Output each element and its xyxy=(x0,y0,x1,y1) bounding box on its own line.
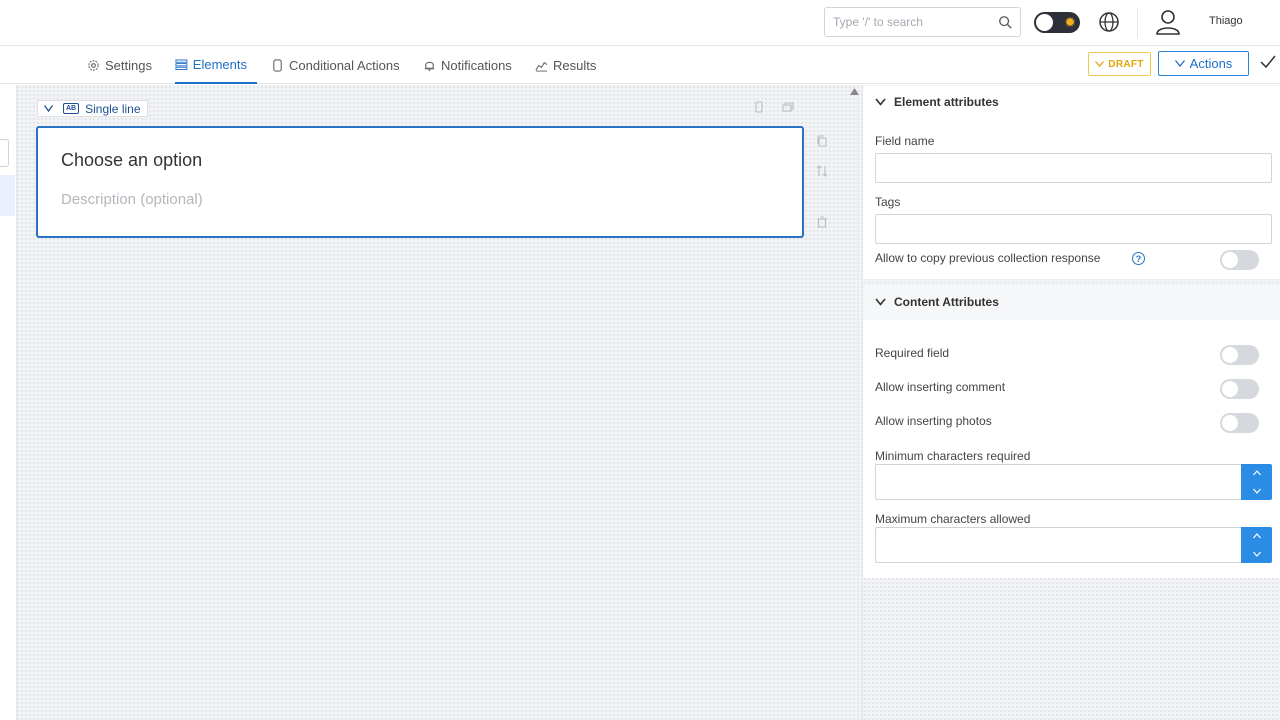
required-field-label: Required field xyxy=(875,346,950,360)
list-icon xyxy=(175,58,188,70)
check-icon[interactable] xyxy=(1260,55,1276,69)
field-name-input[interactable] xyxy=(875,153,1272,183)
reorder-icon[interactable] xyxy=(816,165,828,177)
tab-label: Elements xyxy=(192,56,247,72)
left-sidebar-strip xyxy=(0,85,17,720)
element-type-text: Single line xyxy=(85,101,141,116)
chart-icon xyxy=(535,61,548,72)
toggle-knob xyxy=(1222,252,1238,268)
username[interactable]: Thiago xyxy=(1209,15,1243,27)
phone-icon xyxy=(273,58,282,72)
phone-icon[interactable] xyxy=(753,101,765,113)
trash-icon[interactable] xyxy=(816,216,828,228)
tab-label: Settings xyxy=(105,57,152,73)
chevron-down-icon xyxy=(875,98,886,106)
question-title[interactable]: Choose an option xyxy=(61,150,779,171)
tab-label: Conditional Actions xyxy=(289,57,400,73)
tab-label: Notifications xyxy=(441,57,512,73)
left-sidebar-input[interactable] xyxy=(0,139,9,167)
question-description[interactable]: Description (optional) xyxy=(61,191,779,208)
tags-input[interactable] xyxy=(875,214,1272,244)
element-attributes-header[interactable]: Element attributes xyxy=(875,95,999,109)
allow-photos-label: Allow inserting photos xyxy=(875,414,992,428)
draft-button[interactable]: DRAFT xyxy=(1088,52,1151,76)
scroll-up-icon[interactable] xyxy=(850,88,859,95)
chevron-down-icon xyxy=(1174,60,1185,67)
tab-conditional-actions[interactable]: Conditional Actions xyxy=(271,46,400,84)
chevron-up-icon[interactable] xyxy=(1252,470,1261,476)
actions-label: Actions xyxy=(1189,56,1233,71)
content-attributes-header[interactable]: Content Attributes xyxy=(875,295,999,309)
draft-label: DRAFT xyxy=(1108,58,1144,70)
help-icon[interactable]: ? xyxy=(1132,252,1145,265)
search-input[interactable] xyxy=(833,15,998,29)
header-divider xyxy=(1137,8,1138,38)
tab-settings[interactable]: Settings xyxy=(87,46,152,84)
search-box[interactable] xyxy=(824,7,1021,37)
theme-toggle-knob xyxy=(1036,14,1053,31)
actions-button[interactable]: Actions xyxy=(1158,51,1249,76)
required-field-toggle[interactable] xyxy=(1220,345,1259,365)
min-chars-label: Minimum characters required xyxy=(875,449,1031,463)
top-header: ✹ Thiago xyxy=(0,0,1280,46)
chevron-down-icon[interactable] xyxy=(44,105,53,112)
tab-elements[interactable]: Elements xyxy=(175,46,257,84)
max-chars-stepper[interactable] xyxy=(1241,527,1272,563)
allow-photos-toggle[interactable] xyxy=(1220,413,1259,433)
section-title: Element attributes xyxy=(894,95,999,109)
tab-label: Results xyxy=(553,57,597,73)
globe-icon[interactable] xyxy=(1098,11,1120,33)
allow-comment-label: Allow inserting comment xyxy=(875,380,1006,394)
left-sidebar-selected-item[interactable] xyxy=(0,175,15,216)
tab-notifications[interactable]: Notifications xyxy=(423,46,512,84)
max-chars-input[interactable] xyxy=(875,527,1272,563)
max-chars-label: Maximum characters allowed xyxy=(875,512,1031,526)
min-chars-stepper[interactable] xyxy=(1241,464,1272,500)
question-card[interactable]: Choose an option Description (optional) xyxy=(36,126,804,238)
toggle-knob xyxy=(1222,415,1238,431)
copy-previous-label: Allow to copy previous collection respon… xyxy=(875,251,1101,265)
copy-icon[interactable] xyxy=(816,135,828,147)
element-type-label[interactable]: AB Single line xyxy=(37,100,148,117)
chevron-down-icon[interactable] xyxy=(1252,551,1261,557)
user-icon[interactable] xyxy=(1155,9,1181,35)
chevron-down-icon[interactable] xyxy=(1252,488,1261,494)
theme-toggle[interactable]: ✹ xyxy=(1034,12,1080,33)
sun-icon: ✹ xyxy=(1064,14,1076,30)
allow-comment-toggle[interactable] xyxy=(1220,379,1259,399)
gear-icon xyxy=(88,59,99,71)
tab-results[interactable]: Results xyxy=(535,46,596,84)
toggle-knob xyxy=(1222,347,1238,363)
toggle-knob xyxy=(1222,381,1238,397)
collapse-icon[interactable] xyxy=(782,101,794,113)
search-icon[interactable] xyxy=(998,15,1012,29)
min-chars-input[interactable] xyxy=(875,464,1272,500)
field-name-label: Field name xyxy=(875,134,935,148)
text-field-icon: AB xyxy=(63,103,80,114)
chevron-up-icon[interactable] xyxy=(1252,533,1261,539)
chevron-down-icon xyxy=(1095,61,1105,67)
chevron-down-icon xyxy=(875,298,886,306)
section-title: Content Attributes xyxy=(894,295,999,309)
tags-label: Tags xyxy=(875,195,901,209)
bell-icon xyxy=(424,61,435,71)
copy-previous-toggle[interactable] xyxy=(1220,250,1259,270)
